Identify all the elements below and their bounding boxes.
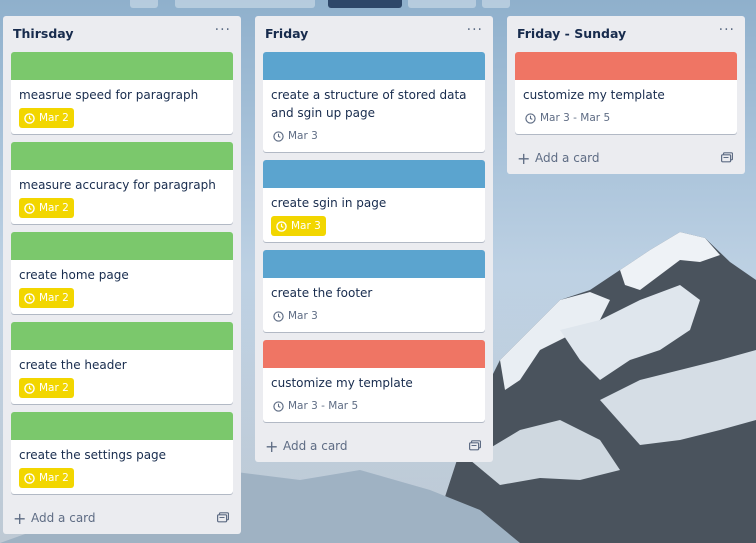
card-cover <box>11 412 233 440</box>
clock-icon <box>24 292 35 304</box>
card-cover <box>11 142 233 170</box>
due-date-badge[interactable]: Mar 2 <box>19 108 74 128</box>
add-card-label: Add a card <box>31 511 96 525</box>
card-template-icon[interactable] <box>469 440 481 451</box>
add-card-label: Add a card <box>535 151 600 165</box>
card-title: create a structure of stored data and sg… <box>271 88 467 120</box>
clock-icon <box>273 400 284 412</box>
date-badge[interactable]: Mar 3 - Mar 5 <box>523 108 612 128</box>
due-date-badge[interactable]: Mar 3 <box>271 216 326 236</box>
card-title: create the header <box>19 358 127 372</box>
date-text: Mar 3 <box>288 130 318 142</box>
card-cover <box>11 232 233 260</box>
card[interactable]: measrue speed for paragraph Mar 2 <box>11 52 233 134</box>
list-header: Friday ··· <box>263 16 485 52</box>
add-card-label: Add a card <box>283 439 348 453</box>
card[interactable]: create the footer Mar 3 <box>263 250 485 332</box>
list-title[interactable]: Friday <box>265 26 308 41</box>
plus-icon: + <box>517 149 531 168</box>
due-date-text: Mar 2 <box>39 202 69 214</box>
clock-icon <box>276 220 287 232</box>
due-date-text: Mar 3 <box>291 220 321 232</box>
board-header <box>0 0 756 8</box>
card[interactable]: customize my template Mar 3 - Mar 5 <box>263 340 485 422</box>
card[interactable]: create home page Mar 2 <box>11 232 233 314</box>
card-title: create the footer <box>271 286 373 300</box>
due-date-text: Mar 2 <box>39 382 69 394</box>
add-card-button[interactable]: + Add a card <box>11 502 233 534</box>
clock-icon <box>273 310 284 322</box>
list-friday-sunday[interactable]: Friday - Sunday ··· customize my templat… <box>507 16 745 174</box>
clock-icon <box>273 130 284 142</box>
card-title: create home page <box>19 268 129 282</box>
list-menu-icon[interactable]: ··· <box>467 22 483 38</box>
due-date-badge[interactable]: Mar 2 <box>19 198 74 218</box>
header-button[interactable] <box>328 0 402 8</box>
clock-icon <box>24 202 35 214</box>
clock-icon <box>525 112 536 124</box>
plus-icon: + <box>265 437 279 456</box>
clock-icon <box>24 112 35 124</box>
list-friday[interactable]: Friday ··· create a structure of stored … <box>255 16 493 462</box>
list-title[interactable]: Thirsday <box>13 26 73 41</box>
card-cover <box>263 52 485 80</box>
card[interactable]: create a structure of stored data and sg… <box>263 52 485 152</box>
due-date-text: Mar 2 <box>39 112 69 124</box>
card-title: customize my template <box>271 376 413 390</box>
due-date-badge[interactable]: Mar 2 <box>19 378 74 398</box>
card-title: measrue speed for paragraph <box>19 88 199 102</box>
list-header: Friday - Sunday ··· <box>515 16 737 52</box>
date-text: Mar 3 <box>288 310 318 322</box>
plus-icon: + <box>13 509 27 528</box>
card-title: measure accuracy for paragraph <box>19 178 216 192</box>
card-title: create the settings page <box>19 448 167 462</box>
card[interactable]: create the header Mar 2 <box>11 322 233 404</box>
card-cover <box>11 52 233 80</box>
date-badge[interactable]: Mar 3 <box>271 126 320 146</box>
header-button[interactable] <box>408 0 476 8</box>
card-cover <box>263 160 485 188</box>
list-thirsday[interactable]: Thirsday ··· measrue speed for paragraph… <box>3 16 241 534</box>
card-template-icon[interactable] <box>721 152 733 163</box>
list-menu-icon[interactable]: ··· <box>719 22 735 38</box>
clock-icon <box>24 382 35 394</box>
date-badge[interactable]: Mar 3 - Mar 5 <box>271 396 360 416</box>
list-header: Thirsday ··· <box>11 16 233 52</box>
card-template-icon[interactable] <box>217 512 229 523</box>
date-badge[interactable]: Mar 3 <box>271 306 320 326</box>
date-text: Mar 3 - Mar 5 <box>540 112 611 124</box>
card-cover <box>263 250 485 278</box>
card[interactable]: create sgin in page Mar 3 <box>263 160 485 242</box>
due-date-badge[interactable]: Mar 2 <box>19 468 74 488</box>
header-button[interactable] <box>130 0 158 8</box>
add-card-button[interactable]: + Add a card <box>515 142 737 174</box>
due-date-text: Mar 2 <box>39 292 69 304</box>
list-title[interactable]: Friday - Sunday <box>517 26 626 41</box>
card-title: customize my template <box>523 88 665 102</box>
card-title: create sgin in page <box>271 196 387 210</box>
clock-icon <box>24 472 35 484</box>
header-button[interactable] <box>175 0 315 8</box>
card[interactable]: create the settings page Mar 2 <box>11 412 233 494</box>
date-text: Mar 3 - Mar 5 <box>288 400 359 412</box>
add-card-button[interactable]: + Add a card <box>263 430 485 462</box>
due-date-badge[interactable]: Mar 2 <box>19 288 74 308</box>
card-cover <box>515 52 737 80</box>
due-date-text: Mar 2 <box>39 472 69 484</box>
card-cover <box>263 340 485 368</box>
card[interactable]: measure accuracy for paragraph Mar 2 <box>11 142 233 224</box>
list-menu-icon[interactable]: ··· <box>215 22 231 38</box>
card[interactable]: customize my template Mar 3 - Mar 5 <box>515 52 737 134</box>
header-button[interactable] <box>482 0 510 8</box>
card-cover <box>11 322 233 350</box>
